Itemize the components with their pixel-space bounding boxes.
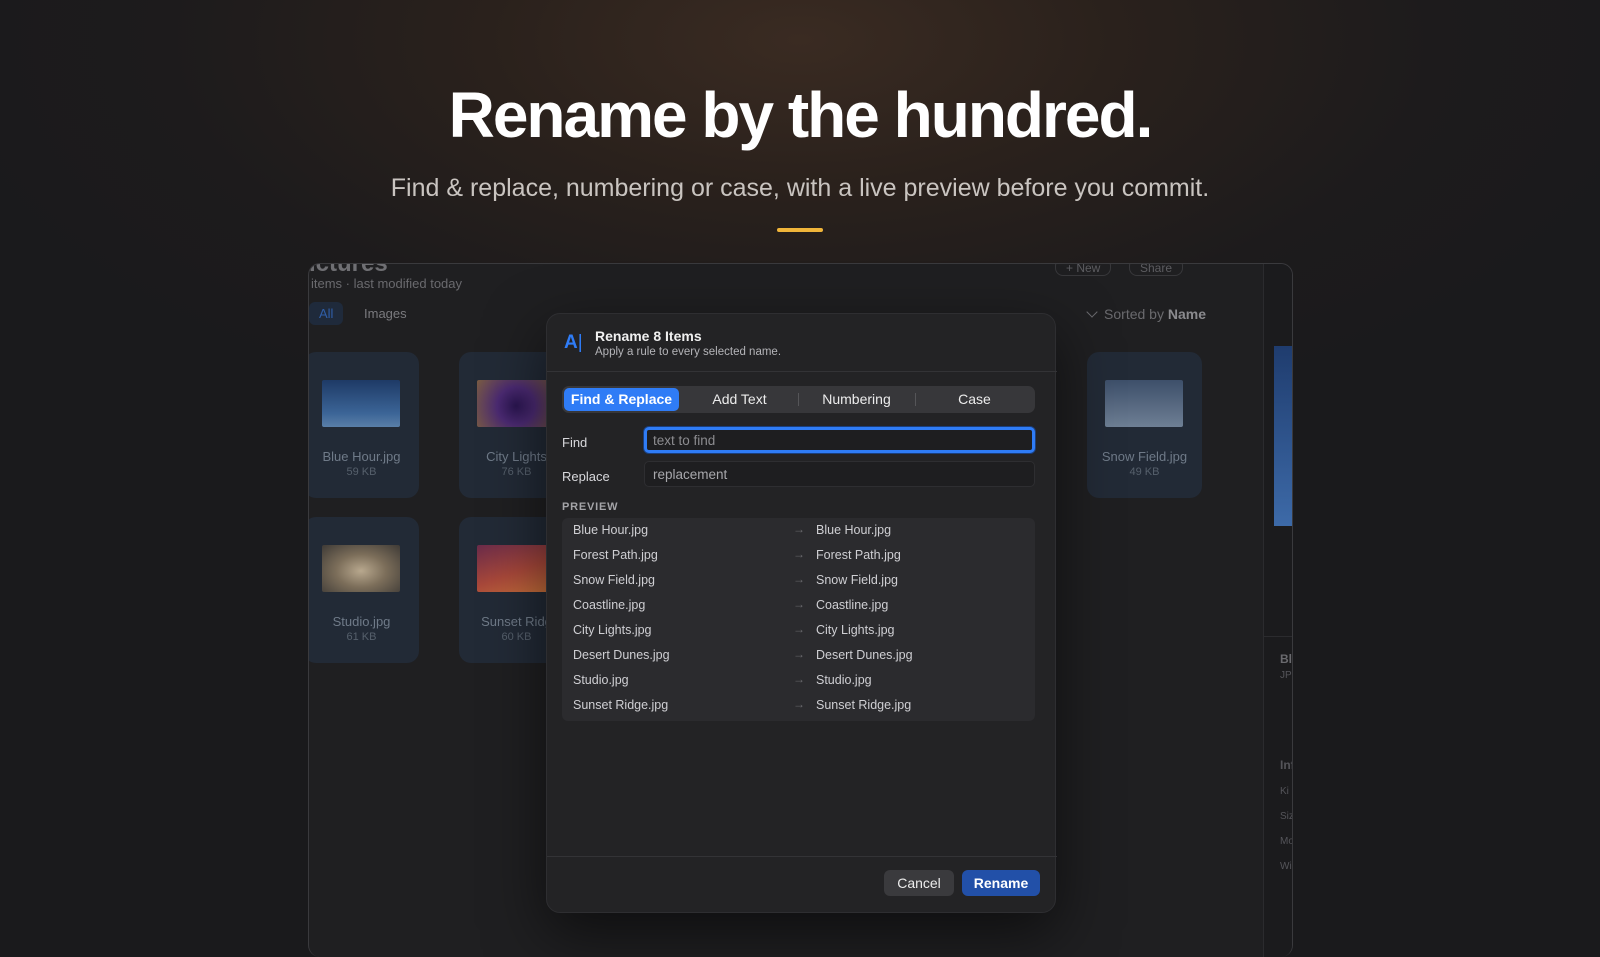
rename-text-icon: A| [564,332,583,353]
tab-find-replace[interactable]: Find & Replace [564,388,679,411]
rename-dialog: A| Rename 8 Items Apply a rule to every … [546,313,1057,913]
thumbnail [322,545,400,592]
new-name: Blue Hour.jpg [816,523,892,537]
inspector-type: JP [1280,670,1292,681]
old-name: Forest Path.jpg [573,548,658,562]
tab-case[interactable]: Case [916,388,1033,411]
new-name: Studio.jpg [816,673,872,687]
sort-control[interactable]: Sorted by Name [1086,306,1206,322]
preview-list: Blue Hour.jpg → Blue Hour.jpg Forest Pat… [562,518,1035,721]
hero-subtitle: Find & replace, numbering or case, with … [390,174,1210,202]
arrow-right-icon: → [793,647,805,661]
divider [547,371,1057,372]
divider [547,856,1057,857]
list-item: Studio.jpg → Studio.jpg [562,668,1035,693]
dialog-title: Rename 8 Items [595,328,702,344]
new-button[interactable]: + New [1055,264,1112,276]
accent-rule [777,228,823,232]
list-item: Snow Field.jpg → Snow Field.jpg [562,568,1035,593]
list-item: Sunset Ridge.jpg → Sunset Ridge.jpg [562,693,1035,718]
inspector-title: Bl [1280,652,1292,666]
old-name: Coastline.jpg [573,598,646,612]
file-size: 59 KB [346,466,377,478]
arrow-right-icon: → [793,572,805,586]
arrow-right-icon: → [793,597,805,611]
filter-all[interactable]: All [309,302,344,325]
inspector-preview [1274,346,1292,526]
sort-value: Name [1167,306,1206,322]
replace-input[interactable] [644,461,1035,487]
folder-subtitle: items · last modified today [311,276,463,291]
rename-mode-tabs: Find & Replace Add Text Numbering Case [562,386,1035,413]
filter-images[interactable]: Images [364,306,407,321]
old-name: Snow Field.jpg [573,573,655,587]
divider [1264,636,1292,637]
chevron-down-icon [1086,306,1098,318]
thumbnail [322,380,400,427]
find-label: Find [562,435,588,450]
list-item: Blue Hour.jpg → Blue Hour.jpg [562,518,1035,543]
file-name: Blue Hour.jpg [322,449,401,464]
new-name: Sunset Ridge.jpg [816,698,912,712]
new-name: Desert Dunes.jpg [816,648,913,662]
list-item: Coastline.jpg → Coastline.jpg [562,593,1035,618]
file-name: Studio.jpg [332,614,391,629]
hero-title: Rename by the hundred. [448,79,1154,151]
file-tile[interactable]: Blue Hour.jpg 59 KB [309,352,419,498]
thumbnail [1105,380,1183,427]
share-button[interactable]: Share [1129,264,1184,276]
arrow-right-icon: → [793,547,805,561]
file-tile[interactable]: Studio.jpg 61 KB [309,517,419,663]
cancel-button[interactable]: Cancel [884,870,954,896]
find-input[interactable] [644,427,1035,453]
thumbnail [477,545,555,592]
list-item: Desert Dunes.jpg → Desert Dunes.jpg [562,643,1035,668]
new-name: Snow Field.jpg [816,573,898,587]
list-item: Forest Path.jpg → Forest Path.jpg [562,543,1035,568]
old-name: Studio.jpg [573,673,629,687]
inspector-key: Mo [1280,836,1293,847]
thumbnail [477,380,555,427]
file-tile[interactable]: Snow Field.jpg 49 KB [1087,352,1202,498]
preview-label: PREVIEW [562,501,619,513]
old-name: Desert Dunes.jpg [573,648,670,662]
inspector-panel: Bl JP Inf Ki Siz Mo Wi [1263,264,1293,957]
tab-numbering[interactable]: Numbering [799,388,914,411]
tab-add-text[interactable]: Add Text [682,388,797,411]
old-name: City Lights.jpg [573,623,652,637]
file-size: 61 KB [346,631,377,643]
file-name: Snow Field.jpg [1101,449,1188,464]
inspector-key: Siz [1280,811,1293,822]
arrow-right-icon: → [793,522,805,536]
new-name: Forest Path.jpg [816,548,901,562]
dialog-subtitle: Apply a rule to every selected name. [595,346,782,358]
inspector-key: Wi [1280,861,1292,872]
sort-prefix: Sorted by [1104,306,1164,322]
list-item: City Lights.jpg → City Lights.jpg [562,618,1035,643]
new-name: Coastline.jpg [816,598,889,612]
replace-label: Replace [562,469,610,484]
new-name: City Lights.jpg [816,623,895,637]
rename-button[interactable]: Rename [962,870,1040,896]
file-size: 49 KB [1129,466,1160,478]
inspector-section: Inf [1280,758,1292,772]
inspector-key: Ki [1280,786,1289,797]
old-name: Blue Hour.jpg [573,523,649,537]
arrow-right-icon: → [793,672,805,686]
arrow-right-icon: → [793,622,805,636]
arrow-right-icon: → [793,697,805,711]
old-name: Sunset Ridge.jpg [573,698,669,712]
